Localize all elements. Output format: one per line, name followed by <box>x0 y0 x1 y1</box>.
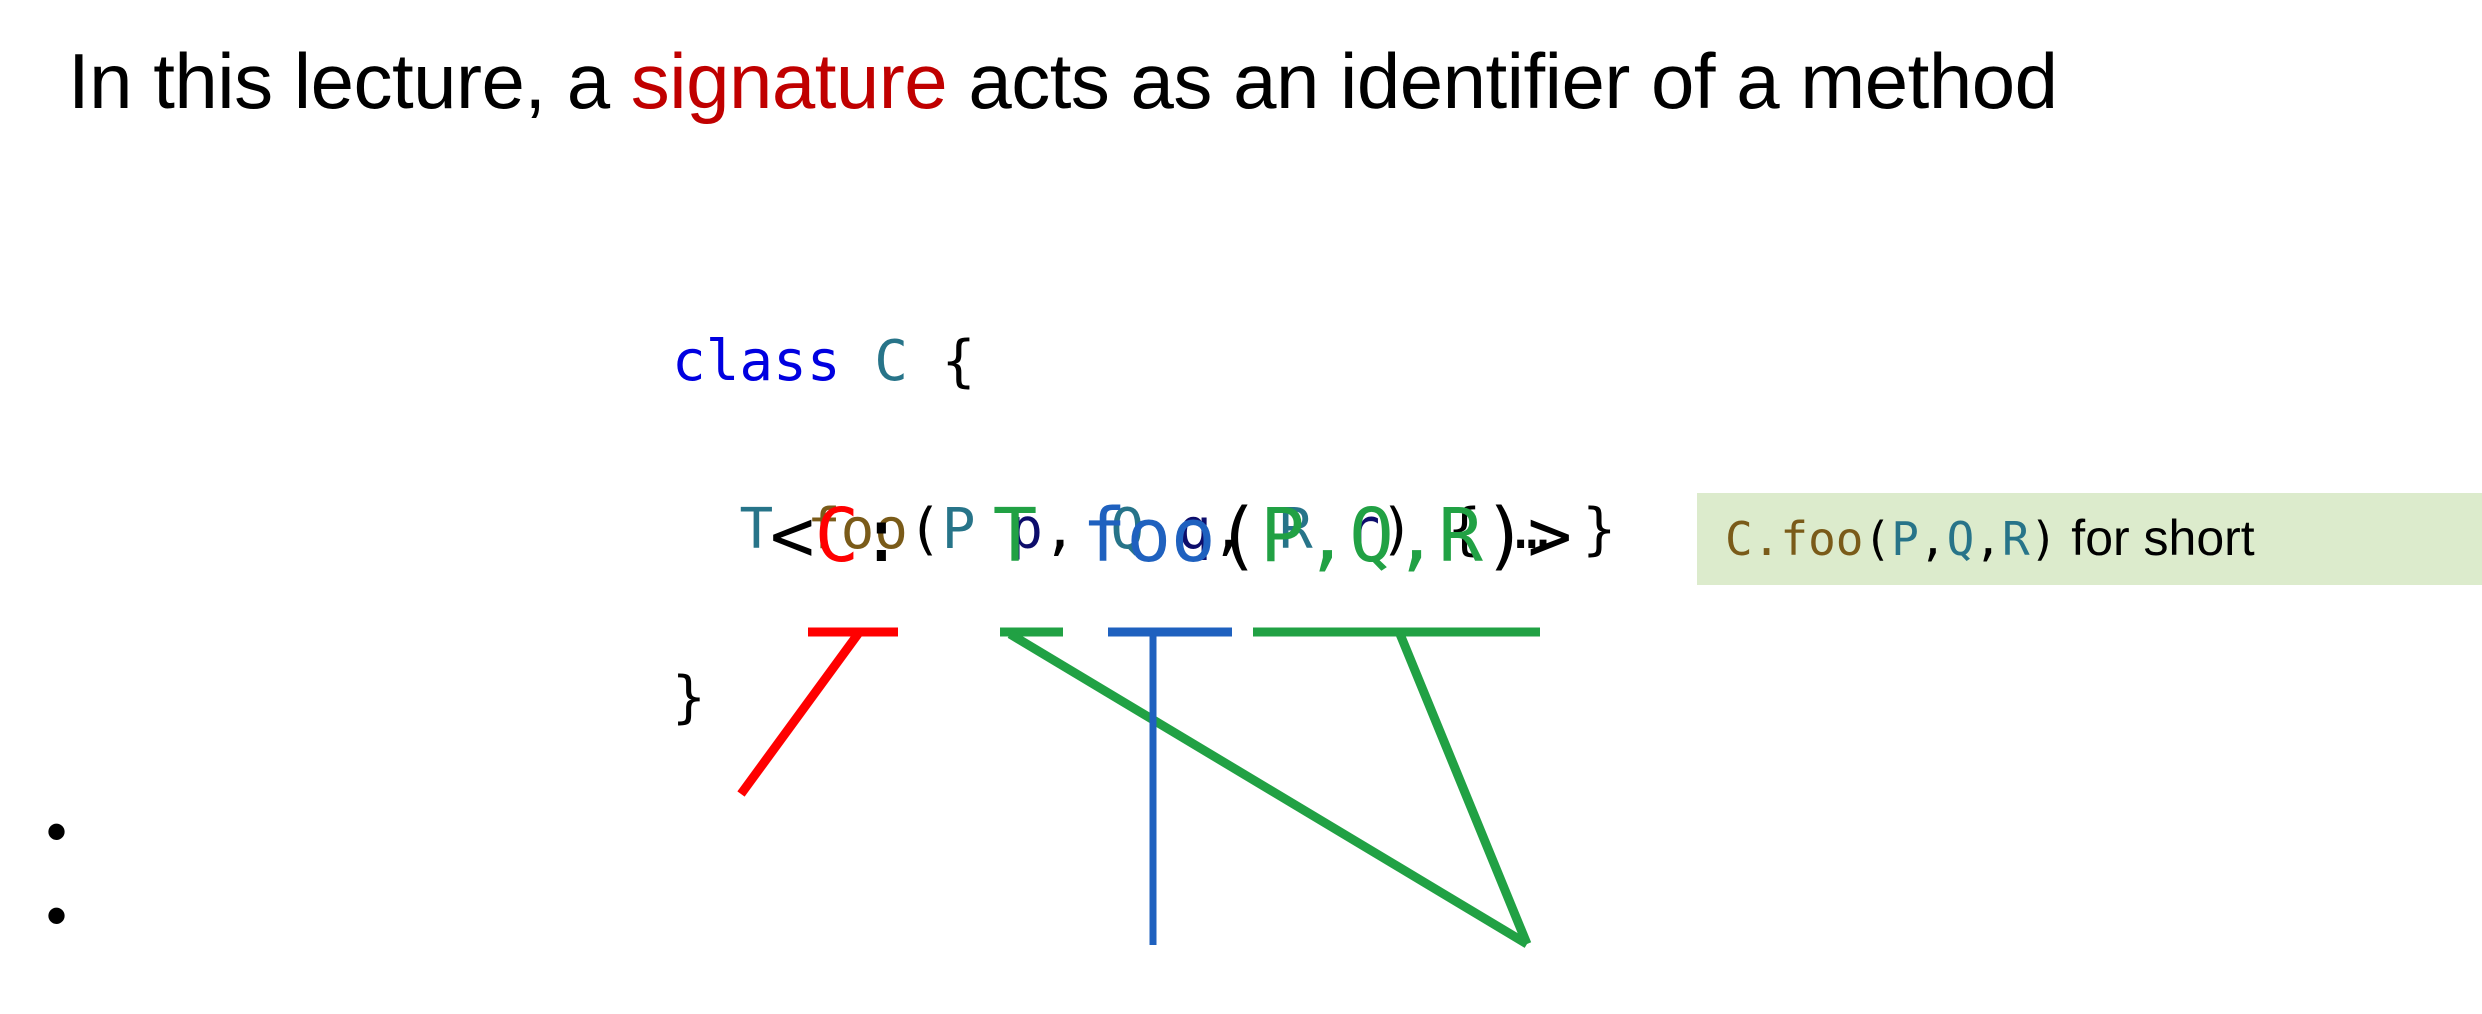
list-item: • Signature = class type + method name +… <box>46 790 1846 874</box>
bullet-marker-icon: • <box>46 882 68 949</box>
shorthand-suffix: for short <box>2057 510 2255 566</box>
signature-close-angle: > <box>1527 493 1573 579</box>
code-line-3: } <box>672 670 1616 726</box>
bullet-marker-icon: • <box>46 798 68 865</box>
title-prefix: In this lecture, a <box>68 37 631 125</box>
signature-close-paren: ) <box>1482 493 1528 579</box>
shorthand-comma-1: , <box>1918 512 1947 566</box>
bullet-list: • Signature = class type + method name +… <box>46 790 1846 958</box>
title-highlight-signature: signature <box>630 37 948 125</box>
code-token-type-c: C <box>874 329 909 394</box>
signature-param-q: Q <box>1349 493 1394 579</box>
shorthand-text: C.foo(P,Q,R) for short <box>1725 507 2255 570</box>
shorthand-comma-2: , <box>1974 512 2002 566</box>
shorthand-param-r: R <box>2002 512 2030 566</box>
signature-comma-2: , <box>1393 493 1439 579</box>
signature-class-type: C <box>814 493 860 579</box>
shorthand-close-paren: ) <box>2029 512 2058 566</box>
shorthand-param-p: P <box>1891 512 1919 566</box>
page-title: In this lecture, a signature acts as an … <box>68 33 2058 129</box>
code-token-type-t: T <box>739 497 774 562</box>
shorthand-class-method: C.foo <box>1725 512 1864 566</box>
code-token-open-brace: { <box>941 329 976 394</box>
signature-gap <box>904 493 993 579</box>
code-line-1: class C { <box>672 334 1616 390</box>
signature-param-r: R <box>1438 493 1483 579</box>
list-item: • Descriptor = return type + parameter t… <box>46 874 1846 958</box>
signature-comma-1: , <box>1304 493 1350 579</box>
signature-open-angle: < <box>770 493 815 579</box>
signature-notation: <C: T foo(P,Q,R)> <box>770 498 1572 574</box>
slide-canvas: In this lecture, a signature acts as an … <box>0 0 2482 1014</box>
signature-open-paren: ( <box>1215 493 1261 579</box>
signature-space <box>1037 493 1082 579</box>
signature-param-p: P <box>1260 493 1305 579</box>
shorthand-param-q: Q <box>1946 512 1975 566</box>
code-token-keyword-class: class <box>672 329 841 394</box>
shorthand-callout: C.foo(P,Q,R) for short <box>1697 493 2482 585</box>
signature-return-type: T <box>992 493 1038 579</box>
signature-colon: : <box>859 493 904 579</box>
title-suffix: acts as an identifier of a method <box>947 37 2058 125</box>
code-token-close-brace: } <box>672 665 706 730</box>
shorthand-open-paren: ( <box>1863 512 1892 566</box>
signature-method-name: foo <box>1081 493 1216 579</box>
code-token-indent <box>672 497 739 562</box>
